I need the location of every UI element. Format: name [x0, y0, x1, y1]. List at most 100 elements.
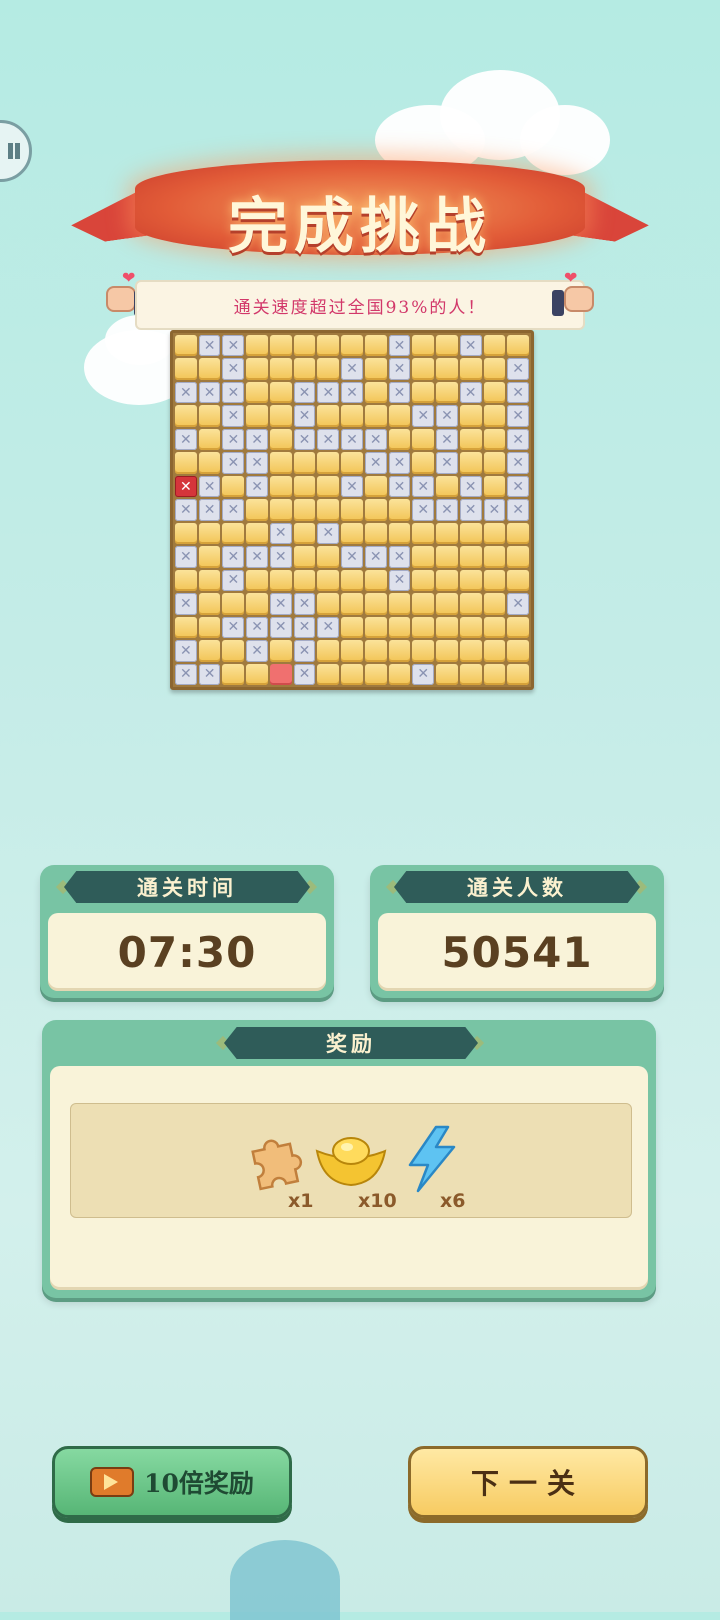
- filled-tile: [459, 593, 482, 615]
- crossed-tile: ✕: [293, 593, 316, 615]
- filled-tile: [317, 358, 340, 380]
- speed-banner: 通关速度超过全国93%的人！: [135, 280, 585, 330]
- crossed-tile: ✕: [364, 546, 387, 568]
- crossed-tile: ✕: [269, 522, 292, 545]
- filled-tile: [293, 522, 316, 545]
- crossed-tile: ✕: [222, 381, 245, 404]
- crossed-tile: ✕: [222, 358, 245, 380]
- crossed-tile: ✕: [341, 475, 363, 498]
- players-card-body: 50541: [378, 913, 656, 991]
- filled-tile: [246, 381, 268, 404]
- crossed-tile: ✕: [246, 428, 268, 451]
- filled-tile: [246, 663, 268, 685]
- filled-tile: [436, 358, 458, 380]
- crossed-tile: ✕: [222, 405, 245, 427]
- filled-tile: [459, 405, 482, 427]
- crossed-tile: ✕: [388, 569, 411, 592]
- filled-tile: [198, 593, 221, 615]
- video-icon: [90, 1467, 135, 1497]
- filled-tile: [483, 522, 506, 545]
- ten-times-reward-button[interactable]: 10倍奖励: [52, 1446, 292, 1518]
- crossed-tile: ✕: [246, 546, 268, 568]
- thumbs-up-icon: ❤: [552, 270, 600, 322]
- crossed-tile: ✕: [436, 405, 458, 427]
- filled-tile: [507, 522, 529, 545]
- filled-tile: [317, 593, 340, 615]
- filled-tile: [222, 663, 245, 685]
- filled-tile: [175, 405, 197, 427]
- filled-tile: [198, 616, 221, 639]
- filled-tile: [412, 428, 435, 451]
- crossed-tile: ✕: [364, 452, 387, 474]
- next-level-label: 下一关: [470, 1467, 585, 1500]
- filled-tile: [459, 546, 482, 568]
- filled-tile: [317, 475, 340, 498]
- filled-tile: [388, 640, 411, 662]
- filled-tile: [198, 546, 221, 568]
- crossed-tile: ✕: [293, 381, 316, 404]
- filled-tile: [388, 616, 411, 639]
- crossed-tile: ✕: [222, 546, 245, 568]
- next-level-button[interactable]: 下一关: [408, 1446, 648, 1518]
- filled-tile: [293, 569, 316, 592]
- filled-tile: [459, 358, 482, 380]
- filled-tile: [507, 569, 529, 592]
- filled-tile: [507, 640, 529, 662]
- filled-tile: [388, 522, 411, 545]
- crossed-tile: ✕: [246, 452, 268, 474]
- crossed-tile: ✕: [507, 358, 529, 380]
- reward-label: 奖励: [224, 1027, 478, 1059]
- filled-tile: [341, 335, 363, 357]
- filled-tile: [341, 569, 363, 592]
- crossed-tile: ✕: [293, 663, 316, 685]
- crossed-tile: ✕: [222, 569, 245, 592]
- wrong-cross-tile: ✕: [175, 475, 197, 498]
- filled-tile: [483, 569, 506, 592]
- filled-tile: [269, 499, 292, 521]
- crossed-tile: ✕: [388, 452, 411, 474]
- filled-tile: [341, 452, 363, 474]
- filled-tile: [317, 405, 340, 427]
- crossed-tile: ✕: [507, 405, 529, 427]
- crossed-tile: ✕: [412, 499, 435, 521]
- filled-tile: [436, 640, 458, 662]
- filled-tile: [483, 475, 506, 498]
- filled-tile: [364, 616, 387, 639]
- crossed-tile: ✕: [222, 335, 245, 357]
- crossed-tile: ✕: [175, 663, 197, 685]
- pause-button[interactable]: [0, 120, 32, 182]
- filled-tile: [269, 335, 292, 357]
- filled-tile: [388, 405, 411, 427]
- crossed-tile: ✕: [198, 499, 221, 521]
- crossed-tile: ✕: [175, 381, 197, 404]
- crossed-tile: ✕: [222, 616, 245, 639]
- filled-tile: [364, 475, 387, 498]
- filled-tile: [246, 499, 268, 521]
- filled-tile: [317, 499, 340, 521]
- reward-count: x1: [288, 1190, 314, 1212]
- crossed-tile: ✕: [198, 335, 221, 357]
- filled-tile: [412, 381, 435, 404]
- filled-tile: [341, 593, 363, 615]
- filled-tile: [459, 569, 482, 592]
- filled-tile: [436, 381, 458, 404]
- filled-tile: [269, 640, 292, 662]
- filled-tile: [459, 428, 482, 451]
- filled-tile: [341, 663, 363, 685]
- filled-tile: [459, 522, 482, 545]
- filled-tile: [175, 358, 197, 380]
- filled-tile: [364, 499, 387, 521]
- filled-tile: [483, 593, 506, 615]
- filled-tile: [459, 663, 482, 685]
- reward-count: x10: [358, 1190, 397, 1212]
- filled-tile: [293, 452, 316, 474]
- filled-tile: [175, 522, 197, 545]
- crossed-tile: ✕: [222, 428, 245, 451]
- crossed-tile: ✕: [364, 428, 387, 451]
- filled-tile: [317, 663, 340, 685]
- crossed-tile: ✕: [388, 381, 411, 404]
- filled-tile: [269, 569, 292, 592]
- crossed-tile: ✕: [269, 616, 292, 639]
- players-value: 50541: [441, 927, 593, 977]
- filled-tile: [198, 569, 221, 592]
